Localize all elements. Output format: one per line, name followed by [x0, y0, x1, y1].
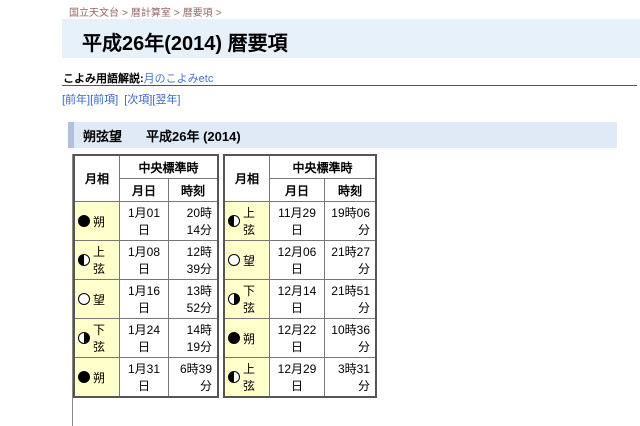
- moon-phase-table-right: 月相 中央標準時 月日 時刻 上弦 11月29日 19時06分 望 12月06日…: [223, 154, 377, 398]
- time-cell: 12時39分: [168, 240, 219, 280]
- column-header-time: 時刻: [168, 178, 219, 202]
- moon-phase-cell: 下弦: [223, 279, 270, 319]
- nav-link-prev-year[interactable]: [前年]: [62, 94, 90, 106]
- table-row: 上弦 11月29日 19時06分: [223, 201, 377, 241]
- column-header-date: 月日: [269, 178, 325, 202]
- section-year: 平成26年 (2014): [146, 128, 241, 144]
- column-header-standard-time: 中央標準時: [119, 154, 219, 179]
- glossary-label: こよみ用語解説:: [63, 73, 144, 85]
- date-cell: 1月08日: [119, 240, 169, 280]
- first-quarter-moon-icon: [78, 254, 90, 266]
- time-cell: 21時27分: [324, 240, 377, 280]
- breadcrumb-separator: >: [215, 8, 222, 19]
- moon-phase-cell: 朔: [73, 357, 120, 398]
- date-cell: 11月29日: [269, 201, 325, 241]
- moon-phase-cell: 上弦: [73, 240, 120, 280]
- moon-phase-cell: 朔: [223, 318, 270, 358]
- section-header: 朔弦望 平成26年 (2014): [68, 122, 617, 148]
- time-cell: 14時19分: [168, 318, 219, 358]
- date-cell: 12月14日: [269, 279, 325, 319]
- date-cell: 12月29日: [269, 357, 325, 398]
- full-moon-icon: [78, 293, 90, 305]
- phase-label: 朔: [93, 370, 106, 385]
- moon-phase-cell: 望: [223, 240, 270, 280]
- breadcrumb-link-naoj[interactable]: 国立天文台: [69, 8, 119, 19]
- time-cell: 19時06分: [324, 201, 377, 241]
- time-cell: 10時36分: [324, 318, 377, 358]
- date-cell: 12月06日: [269, 240, 325, 280]
- phase-label: 上弦: [243, 362, 256, 393]
- nav-link-next-year[interactable]: [翌年]: [152, 94, 180, 106]
- column-header-phase: 月相: [73, 154, 120, 202]
- phase-label: 望: [243, 253, 256, 268]
- new-moon-icon: [78, 371, 90, 383]
- breadcrumb-separator: >: [122, 8, 128, 19]
- time-cell: 13時52分: [168, 279, 219, 319]
- breadcrumb-link-calendar-items[interactable]: 暦要項: [183, 8, 213, 19]
- table-row: 望 1月16日 13時52分: [73, 279, 219, 319]
- date-cell: 12月22日: [269, 318, 325, 358]
- phase-label: 朔: [93, 214, 106, 229]
- time-cell: 3時31分: [324, 357, 377, 398]
- moon-phase-cell: 朔: [73, 201, 120, 241]
- title-bar: 平成26年(2014) 暦要項: [62, 19, 640, 58]
- full-moon-icon: [228, 254, 240, 266]
- phase-label: 下弦: [93, 323, 106, 354]
- nav-link-prev-item[interactable]: [前項]: [90, 94, 118, 106]
- time-cell: 20時14分: [168, 201, 219, 241]
- moon-phase-table-left: 月相 中央標準時 月日 時刻 朔 1月01日 20時14分 上弦 1月08日 1…: [73, 154, 219, 398]
- table-row: 上弦 1月08日 12時39分: [73, 240, 219, 280]
- last-quarter-moon-icon: [78, 332, 90, 344]
- glossary-link-moon-calendar[interactable]: 月のこよみetc: [144, 73, 214, 85]
- moon-phase-cell: 上弦: [223, 201, 270, 241]
- first-quarter-moon-icon: [228, 371, 240, 383]
- new-moon-icon: [228, 332, 240, 344]
- table-row: 下弦 1月24日 14時19分: [73, 318, 219, 358]
- breadcrumb: 国立天文台 > 暦計算室 > 暦要項 >: [69, 4, 225, 19]
- table-row: 朔 1月01日 20時14分: [73, 201, 219, 241]
- phase-label: 上弦: [93, 245, 106, 276]
- new-moon-icon: [78, 215, 90, 227]
- moon-phase-tables: 月相 中央標準時 月日 時刻 朔 1月01日 20時14分 上弦 1月08日 1…: [73, 154, 377, 398]
- column-header-standard-time: 中央標準時: [269, 154, 377, 179]
- breadcrumb-link-calendar-room[interactable]: 暦計算室: [131, 8, 171, 19]
- phase-label: 望: [93, 292, 106, 307]
- table-row: 望 12月06日 21時27分: [223, 240, 377, 280]
- table-row: 下弦 12月14日 21時51分: [223, 279, 377, 319]
- moon-phase-cell: 望: [73, 279, 120, 319]
- date-cell: 1月16日: [119, 279, 169, 319]
- page-title: 平成26年(2014) 暦要項: [82, 33, 288, 55]
- date-cell: 1月24日: [119, 318, 169, 358]
- glossary-line: こよみ用語解説:月のこよみetc: [63, 70, 213, 86]
- date-cell: 1月31日: [119, 357, 169, 398]
- nav-link-next-item[interactable]: [次項]: [124, 94, 152, 106]
- year-item-nav: [前年][前項] [次項][翌年]: [62, 91, 181, 107]
- phase-label: 朔: [243, 331, 256, 346]
- phase-label: 上弦: [243, 206, 256, 237]
- divider: [62, 85, 637, 86]
- section-title: 朔弦望: [83, 128, 123, 144]
- date-cell: 1月01日: [119, 201, 169, 241]
- table-row: 上弦 12月29日 3時31分: [223, 357, 377, 398]
- table-row: 朔 1月31日 6時39分: [73, 357, 219, 398]
- column-header-date: 月日: [119, 178, 169, 202]
- phase-label: 下弦: [243, 284, 256, 315]
- last-quarter-moon-icon: [228, 293, 240, 305]
- table-row: 朔 12月22日 10時36分: [223, 318, 377, 358]
- time-cell: 6時39分: [168, 357, 219, 398]
- column-header-time: 時刻: [324, 178, 377, 202]
- time-cell: 21時51分: [324, 279, 377, 319]
- column-header-phase: 月相: [223, 154, 270, 202]
- first-quarter-moon-icon: [228, 215, 240, 227]
- moon-phase-cell: 上弦: [223, 357, 270, 398]
- breadcrumb-separator: >: [173, 8, 180, 19]
- moon-phase-cell: 下弦: [73, 318, 120, 358]
- content-area: 月相 中央標準時 月日 時刻 朔 1月01日 20時14分 上弦 1月08日 1…: [72, 154, 377, 426]
